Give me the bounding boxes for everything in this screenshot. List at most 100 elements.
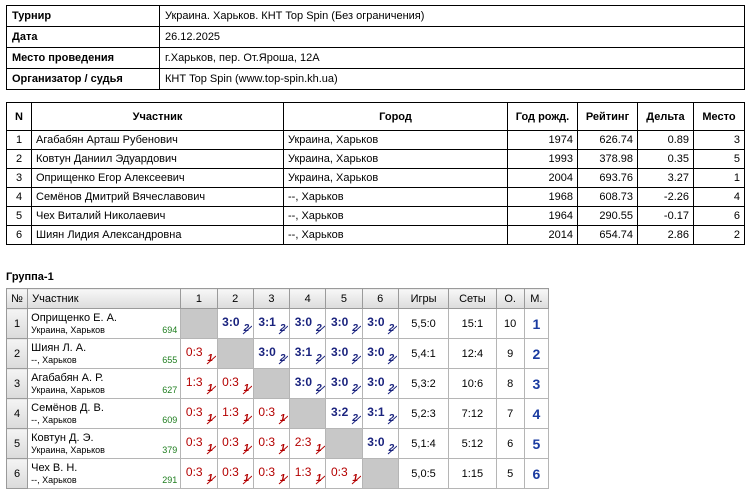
match-cell: 3:0 2 bbox=[252, 338, 291, 369]
group-header-row: № Участник 1 2 3 4 5 6 Игры Сеты О. М. bbox=[5, 288, 550, 309]
participant-rating: 290.55 bbox=[577, 206, 638, 226]
participants-column-header: Рейтинг bbox=[577, 102, 638, 131]
player-city: Украина, Харьков bbox=[31, 384, 105, 395]
participant-n: 5 bbox=[6, 206, 32, 226]
group-column-header: 2 bbox=[216, 288, 254, 309]
group-place: 1 bbox=[523, 308, 550, 339]
player-city: --, Харьков bbox=[31, 474, 77, 485]
group-games: 5,1:4 bbox=[397, 428, 450, 459]
group-row: 4 Семёнов Д. В. --, Харьков 609 0:3 1 1:3 1 0:3 1… bbox=[5, 398, 550, 429]
info-row: Дата 26.12.2025 bbox=[6, 26, 745, 48]
player-city: --, Харьков bbox=[31, 414, 77, 425]
participant-name: Оприщенко Егор Алексеевич bbox=[31, 168, 284, 188]
match-score: 1:3 1 bbox=[182, 369, 216, 395]
group-title: Группа-1 bbox=[6, 271, 54, 283]
match-bonus: 1 bbox=[352, 473, 358, 484]
match-score: 3:1 2 bbox=[363, 399, 398, 425]
participant-name: Агабабян Арташ Рубенович bbox=[31, 130, 284, 150]
group-games: 5,5:0 bbox=[397, 308, 450, 339]
participant-rating: 378.98 bbox=[577, 149, 638, 169]
group-column-header: 1 bbox=[180, 288, 218, 309]
match-score: 3:0 2 bbox=[363, 339, 398, 365]
match-bonus: 2 bbox=[279, 353, 286, 364]
group-results-table: № Участник 1 2 3 4 5 6 Игры Сеты О. М. 1 Оприщенко Е… bbox=[5, 288, 550, 489]
match-cell: 3:1 2 bbox=[252, 308, 291, 339]
participant-place: 4 bbox=[693, 187, 745, 207]
match-score: 3:0 2 bbox=[327, 339, 361, 365]
group-sets: 1:15 bbox=[448, 458, 497, 489]
match-bonus: 2 bbox=[388, 413, 395, 424]
participant-place: 2 bbox=[693, 225, 745, 245]
match-score: 3:0 2 bbox=[291, 369, 325, 395]
match-bonus: 2 bbox=[388, 383, 395, 394]
match-cell: 3:0 2 bbox=[361, 368, 399, 399]
match-score: 3:0 2 bbox=[254, 339, 289, 365]
participant-year: 2014 bbox=[507, 225, 578, 245]
match-score: 2:3 1 bbox=[291, 429, 325, 455]
group-sets: 5:12 bbox=[448, 428, 497, 459]
group-place: 4 bbox=[523, 398, 550, 429]
group-column-header: Участник bbox=[27, 288, 182, 309]
group-column-header: 3 bbox=[252, 288, 291, 309]
match-cell: 0:3 1 bbox=[216, 368, 254, 399]
match-bonus: 2 bbox=[352, 413, 358, 424]
player-name: Оприщенко Е. А. bbox=[31, 311, 117, 324]
participant-place: 6 bbox=[693, 206, 745, 226]
match-score: 3:1 2 bbox=[291, 339, 325, 365]
participant-row: 1 Агабабян Арташ Рубенович Украина, Харько… bbox=[6, 130, 745, 150]
group-place: 3 bbox=[523, 368, 550, 399]
participant-city: --, Харьков bbox=[283, 206, 508, 226]
participant-place: 5 bbox=[693, 149, 745, 169]
group-games: 5,2:3 bbox=[397, 398, 450, 429]
match-cell: 3:0 2 bbox=[325, 368, 363, 399]
self-cell bbox=[180, 308, 218, 339]
player-name: Шиян Л. А. bbox=[31, 341, 87, 354]
participants-body: 1 Агабабян Арташ Рубенович Украина, Харько… bbox=[6, 130, 745, 245]
match-cell: 3:1 2 bbox=[361, 398, 399, 429]
group-column-header: 5 bbox=[325, 288, 363, 309]
match-cell: 2:3 1 bbox=[289, 428, 327, 459]
player-rating: 609 bbox=[162, 414, 178, 425]
participants-header: N Участник Город Год рожд. Рейтинг Дельта Мест… bbox=[6, 102, 745, 131]
match-score: 0:3 1 bbox=[218, 369, 253, 395]
participant-year: 1968 bbox=[507, 187, 578, 207]
group-row-number: 5 bbox=[5, 428, 29, 459]
participant-name: Ковтун Даниил Эдуардович bbox=[31, 149, 284, 169]
self-cell bbox=[325, 428, 363, 459]
participants-table: N Участник Город Год рожд. Рейтинг Дельта Мест… bbox=[6, 102, 745, 245]
match-bonus: 1 bbox=[207, 443, 213, 454]
match-cell: 3:1 2 bbox=[289, 338, 327, 369]
player-city: Украина, Харьков bbox=[31, 324, 105, 335]
participant-city: Украина, Харьков bbox=[283, 130, 508, 150]
participant-row: 3 Оприщенко Егор Алексеевич Украина, Харьк… bbox=[6, 168, 745, 188]
participant-n: 2 bbox=[6, 149, 32, 169]
participants-column-header: Место bbox=[693, 102, 745, 131]
group-points: 9 bbox=[495, 338, 525, 369]
group-place: 6 bbox=[523, 458, 550, 489]
participant-city: --, Харьков bbox=[283, 187, 508, 207]
tournament-info-body: Турнир Украина. Харьков. КНТ Top Spin (Бе… bbox=[6, 5, 745, 90]
group-points: 7 bbox=[495, 398, 525, 429]
match-cell: 3:2 2 bbox=[325, 398, 363, 429]
group-row: 3 Агабабян А. Р. Украина, Харьков 627 1:3 1 0:… bbox=[5, 368, 550, 399]
group-sets: 7:12 bbox=[448, 398, 497, 429]
participants-column-header: Год рожд. bbox=[507, 102, 578, 131]
group-games: 5,3:2 bbox=[397, 368, 450, 399]
match-bonus: 2 bbox=[388, 443, 395, 454]
participant-n: 3 bbox=[6, 168, 32, 188]
group-column-header: О. bbox=[495, 288, 525, 309]
match-bonus: 1 bbox=[279, 413, 286, 424]
group-column-header: Игры bbox=[397, 288, 450, 309]
player-meta: --, Харьков 291 bbox=[31, 475, 177, 486]
participant-name: Шиян Лидия Александровна bbox=[31, 225, 284, 245]
match-bonus: 2 bbox=[352, 353, 358, 364]
participant-rating: 608.73 bbox=[577, 187, 638, 207]
participant-year: 1993 bbox=[507, 149, 578, 169]
participant-year: 1964 bbox=[507, 206, 578, 226]
group-row-number: 6 bbox=[5, 458, 29, 489]
group-row: 1 Оприщенко Е. А. Украина, Харьков 694 3:0 2 3… bbox=[5, 308, 550, 339]
info-value: 26.12.2025 bbox=[159, 26, 745, 48]
participant-delta: 0.89 bbox=[637, 130, 694, 150]
match-bonus: 2 bbox=[316, 353, 322, 364]
match-score: 3:0 2 bbox=[218, 309, 253, 335]
